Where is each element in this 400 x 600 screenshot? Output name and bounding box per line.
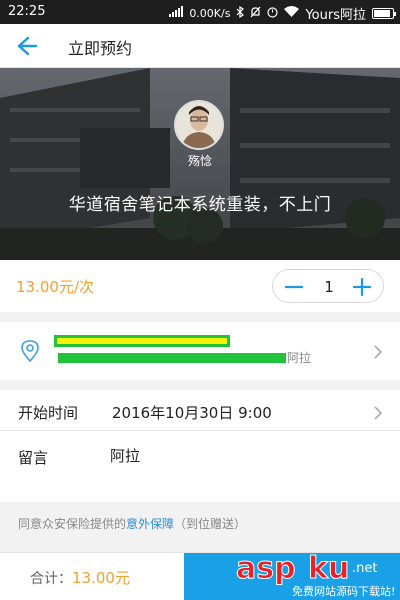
- mute-icon: [250, 6, 261, 22]
- insurance-notice: 同意众安保险提供的意外保障（到位赠送）: [18, 515, 246, 532]
- svg-text:.net: .net: [352, 561, 377, 576]
- status-time: 22:25: [8, 4, 46, 19]
- insurance-prefix: 同意众安保险提供的: [18, 517, 127, 531]
- battery-fill: [374, 10, 391, 17]
- start-time-value: 2016年10月30日 9:00: [112, 404, 272, 422]
- svg-text:ku: ku: [308, 551, 349, 586]
- nav-bar: 立即预约: [0, 24, 400, 68]
- message-label: 留言: [18, 449, 49, 467]
- divider: [0, 430, 400, 431]
- net-speed: 0.00K/s: [189, 7, 231, 20]
- back-arrow-icon[interactable]: [14, 34, 40, 58]
- bluetooth-icon: [236, 5, 245, 22]
- redacted-contact: [54, 335, 230, 347]
- page-title: 立即预约: [68, 39, 133, 58]
- total-amount: 13.00元: [72, 569, 130, 587]
- battery-icon: [372, 8, 396, 19]
- price-row: 13.00元/次 1: [0, 260, 400, 312]
- service-title: 华道宿舍笔记本系统重装，不上门: [68, 195, 332, 215]
- alarm-icon: [267, 6, 279, 22]
- service-hero: 殇惗 华道宿舍笔记本系统重装，不上门: [0, 68, 400, 260]
- plus-icon: [352, 277, 372, 297]
- unit-price: 13.00元/次: [16, 278, 94, 296]
- order-total: 合计：13.00元: [30, 567, 130, 588]
- address-selector[interactable]: 阿拉: [0, 322, 400, 380]
- start-time-label: 开始时间: [18, 404, 79, 422]
- status-signal-icon: [169, 6, 184, 21]
- provider-name: 殇惗: [187, 154, 212, 168]
- total-label: 合计：: [30, 571, 72, 587]
- carrier-name: Yours阿拉: [305, 8, 366, 23]
- insurance-link[interactable]: 意外保障: [126, 517, 174, 531]
- status-bar: 22:25 0.00K/s Yours阿拉: [0, 0, 400, 24]
- chevron-right-icon: [373, 405, 383, 420]
- booking-form: 开始时间 2016年10月30日 9:00 留言 阿拉: [0, 390, 400, 502]
- quantity-stepper: 1: [272, 269, 384, 303]
- increase-quantity-button[interactable]: [351, 276, 373, 298]
- status-indicators: 0.00K/s Yours阿拉: [169, 4, 396, 23]
- wifi-icon: [284, 6, 300, 21]
- svg-text:asp: asp: [236, 551, 296, 586]
- watermark-tagline: 免费网站源码下载站!: [292, 585, 396, 598]
- chevron-right-icon: [373, 344, 383, 359]
- avatar: [174, 100, 224, 150]
- insurance-suffix: （到位赠送）: [174, 517, 247, 531]
- redacted-address: [58, 353, 286, 363]
- message-field[interactable]: 阿拉: [110, 445, 140, 466]
- location-pin-icon: [20, 340, 40, 363]
- address-tail: 阿拉: [287, 351, 312, 365]
